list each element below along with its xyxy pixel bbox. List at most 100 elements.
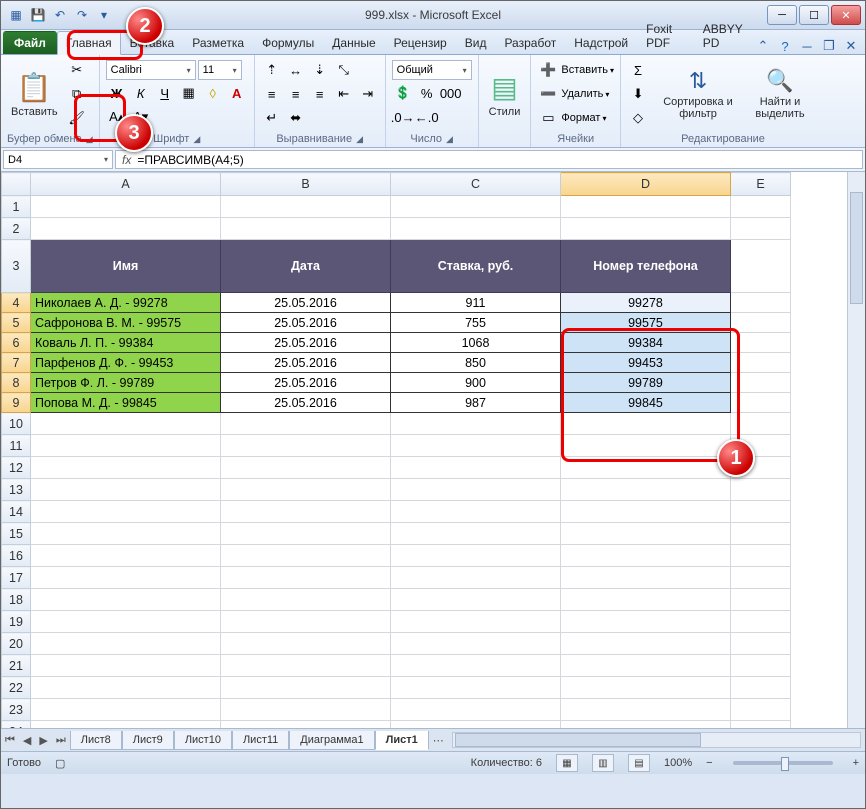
cell[interactable] [221,479,391,501]
macro-record-icon[interactable]: ▢ [55,757,65,770]
rate-cell[interactable]: 755 [391,313,561,333]
date-cell[interactable]: 25.05.2016 [221,333,391,353]
row-header[interactable]: 18 [2,589,31,611]
sheet-nav-last-icon[interactable]: ⏭ [52,734,70,747]
zoom-out-icon[interactable]: − [706,757,712,769]
cell[interactable] [31,523,221,545]
cell[interactable] [221,457,391,479]
cell[interactable] [731,699,791,721]
phone-cell[interactable]: 99789 [561,373,731,393]
cell[interactable] [221,655,391,677]
indent-inc-icon[interactable]: ⇥ [357,83,379,105]
rate-cell[interactable]: 900 [391,373,561,393]
underline-icon[interactable]: Ч [154,82,176,104]
vertical-scrollbar[interactable] [847,172,865,728]
cell[interactable] [221,218,391,240]
row-header[interactable]: 5 [2,313,31,333]
align-bottom-icon[interactable]: ⇣ [309,59,331,81]
sheet-nav-next-icon[interactable]: ▶ [35,734,51,747]
rate-cell[interactable]: 987 [391,393,561,413]
cell[interactable] [391,501,561,523]
clear-icon[interactable]: ◇ [627,107,649,129]
cell[interactable] [731,293,791,313]
cell[interactable] [731,196,791,218]
column-header[interactable]: D [561,173,731,196]
save-icon[interactable]: 💾 [29,6,47,24]
cell[interactable] [731,240,791,293]
cell[interactable] [391,611,561,633]
table-header-cell[interactable]: Номер телефона [561,240,731,293]
cell[interactable] [31,218,221,240]
view-break-icon[interactable]: ▤ [628,754,650,772]
column-header[interactable]: E [731,173,791,196]
sheet-tab[interactable]: Лист8 [70,731,122,750]
sheet-tab[interactable]: Лист1 [375,731,429,750]
cell[interactable] [731,611,791,633]
help-icon[interactable]: ? [777,38,793,54]
name-box[interactable]: D4▾ [3,150,113,169]
date-cell[interactable]: 25.05.2016 [221,313,391,333]
tab-review[interactable]: Рецензир [385,31,456,54]
cell[interactable] [31,413,221,435]
date-cell[interactable]: 25.05.2016 [221,373,391,393]
name-cell[interactable]: Петров Ф. Л. - 99789 [31,373,221,393]
cell[interactable] [391,218,561,240]
insert-cells-label[interactable]: Вставить [561,64,608,76]
delete-cells-label[interactable]: Удалить [561,88,603,100]
cut-icon[interactable]: ✂ [66,59,88,81]
ribbon-minimize-icon[interactable]: ⌃ [755,38,771,54]
alignment-dialog-icon[interactable]: ◢ [356,134,363,145]
mdi-restore-icon[interactable]: ❐ [821,38,837,54]
cell[interactable] [731,545,791,567]
zoom-slider[interactable] [733,761,833,765]
cell[interactable] [731,479,791,501]
phone-cell[interactable]: 99453 [561,353,731,373]
cell[interactable] [731,353,791,373]
cell[interactable] [731,313,791,333]
new-sheet-icon[interactable]: ⋯ [429,734,448,747]
cell[interactable] [731,589,791,611]
row-header[interactable]: 9 [2,393,31,413]
cell[interactable] [391,545,561,567]
cell[interactable] [731,633,791,655]
cell[interactable] [561,435,731,457]
row-header[interactable]: 22 [2,677,31,699]
name-cell[interactable]: Сафронова В. М. - 99575 [31,313,221,333]
format-cells-icon[interactable]: ▭ [537,107,559,129]
rate-cell[interactable]: 850 [391,353,561,373]
inc-decimal-icon[interactable]: .0→ [392,106,414,128]
sheet-nav-prev-icon[interactable]: ◀ [19,734,35,747]
sheet-tab[interactable]: Диаграмма1 [289,731,374,750]
tab-abbyy[interactable]: ABBYY PD [694,17,755,54]
name-cell[interactable]: Коваль Л. П. - 99384 [31,333,221,353]
align-middle-icon[interactable]: ↔ [285,59,307,81]
bold-icon[interactable]: Ж [106,82,128,104]
row-header[interactable]: 3 [2,240,31,293]
qat-customize-icon[interactable]: ▾ [95,6,113,24]
date-cell[interactable]: 25.05.2016 [221,293,391,313]
cell[interactable] [31,589,221,611]
cell[interactable] [31,677,221,699]
row-header[interactable]: 7 [2,353,31,373]
cell[interactable] [391,196,561,218]
maximize-button[interactable]: ☐ [799,5,829,25]
cell[interactable] [561,677,731,699]
close-button[interactable]: ✕ [831,5,861,25]
cell[interactable] [31,545,221,567]
cell[interactable] [221,523,391,545]
cell[interactable] [31,501,221,523]
column-header[interactable]: B [221,173,391,196]
orientation-icon[interactable]: ⤡ [333,59,355,81]
cell[interactable] [561,611,731,633]
rate-cell[interactable]: 1068 [391,333,561,353]
tab-foxit[interactable]: Foxit PDF [637,17,694,54]
row-header[interactable]: 19 [2,611,31,633]
view-normal-icon[interactable]: ▦ [556,754,578,772]
row-header[interactable]: 2 [2,218,31,240]
font-size-combo[interactable]: 11▾ [198,60,242,80]
undo-icon[interactable]: ↶ [51,6,69,24]
styles-button[interactable]: ▤ Стили [485,69,525,120]
percent-icon[interactable]: % [416,82,438,104]
cell[interactable] [31,633,221,655]
delete-cells-icon[interactable]: ➖ [537,83,559,105]
